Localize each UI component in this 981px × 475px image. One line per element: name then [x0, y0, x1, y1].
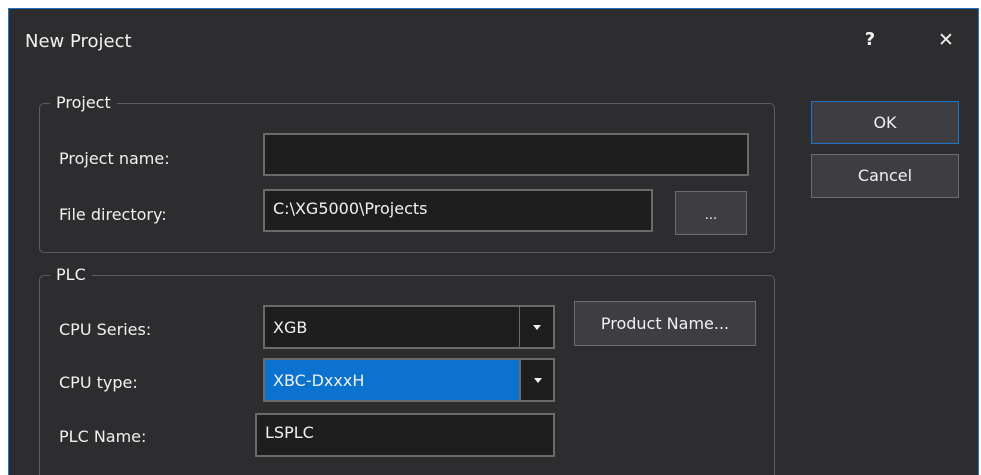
cpu-series-dropdown[interactable]: XGB [263, 305, 555, 349]
chevron-down-icon [533, 325, 541, 330]
cpu-series-dropdown-button[interactable] [519, 307, 553, 347]
ok-button-label: OK [873, 113, 897, 132]
project-name-input[interactable] [263, 133, 749, 176]
cpu-type-dropdown-button[interactable] [519, 360, 553, 400]
product-name-button-label: Product Name... [600, 314, 730, 333]
plc-name-input[interactable]: LSPLC [255, 413, 555, 457]
title-bar: New Project ? ✕ [9, 9, 978, 73]
cpu-type-value: XBC-DxxxH [273, 371, 365, 390]
cpu-type-label: CPU type: [59, 373, 138, 392]
cpu-series-value: XGB [273, 318, 308, 337]
browse-directory-label: ... [704, 208, 718, 223]
chevron-down-icon [534, 378, 542, 383]
dialog-title: New Project [25, 31, 132, 52]
project-name-label: Project name: [59, 149, 170, 168]
cancel-button[interactable]: Cancel [811, 154, 959, 198]
browse-directory-button[interactable]: ... [675, 191, 747, 235]
cpu-type-dropdown[interactable]: XBC-DxxxH [263, 358, 555, 402]
plc-group-legend: PLC [50, 264, 92, 286]
file-directory-value: C:\XG5000\Projects [273, 199, 428, 218]
close-icon[interactable]: ✕ [931, 25, 961, 55]
plc-name-label: PLC Name: [59, 427, 147, 446]
cancel-button-label: Cancel [857, 166, 913, 185]
file-directory-input[interactable]: C:\XG5000\Projects [263, 189, 653, 232]
product-name-button[interactable]: Product Name... [574, 301, 756, 346]
ok-button[interactable]: OK [811, 101, 959, 144]
new-project-dialog: New Project ? ✕ Project Project name: Fi… [8, 8, 979, 475]
help-button[interactable]: ? [855, 25, 885, 55]
cpu-series-label: CPU Series: [59, 320, 152, 339]
plc-name-value: LSPLC [265, 423, 314, 442]
file-directory-label: File directory: [59, 205, 167, 224]
project-group-legend: Project [50, 92, 117, 114]
